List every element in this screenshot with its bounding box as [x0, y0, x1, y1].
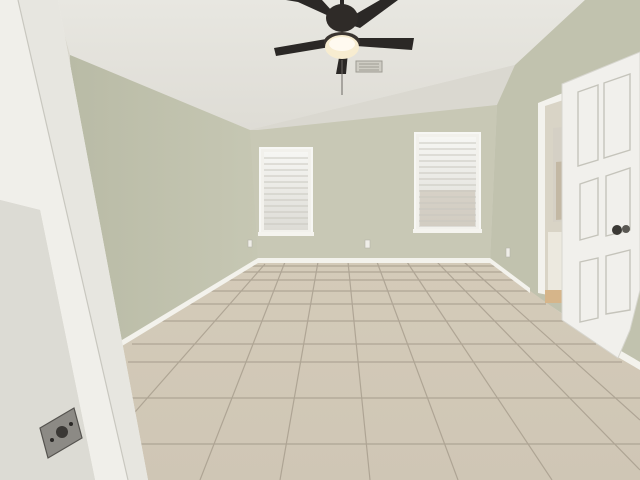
baseboard-back	[258, 258, 490, 263]
room-illustration	[0, 0, 640, 480]
outlet-back-wall	[364, 239, 371, 249]
bedroom-photo	[0, 0, 640, 480]
right-window	[413, 132, 482, 233]
left-window	[258, 147, 314, 236]
bedroom-door	[561, 51, 640, 359]
outlet-right-wall	[505, 247, 511, 258]
outlet-left-wall	[247, 239, 253, 248]
